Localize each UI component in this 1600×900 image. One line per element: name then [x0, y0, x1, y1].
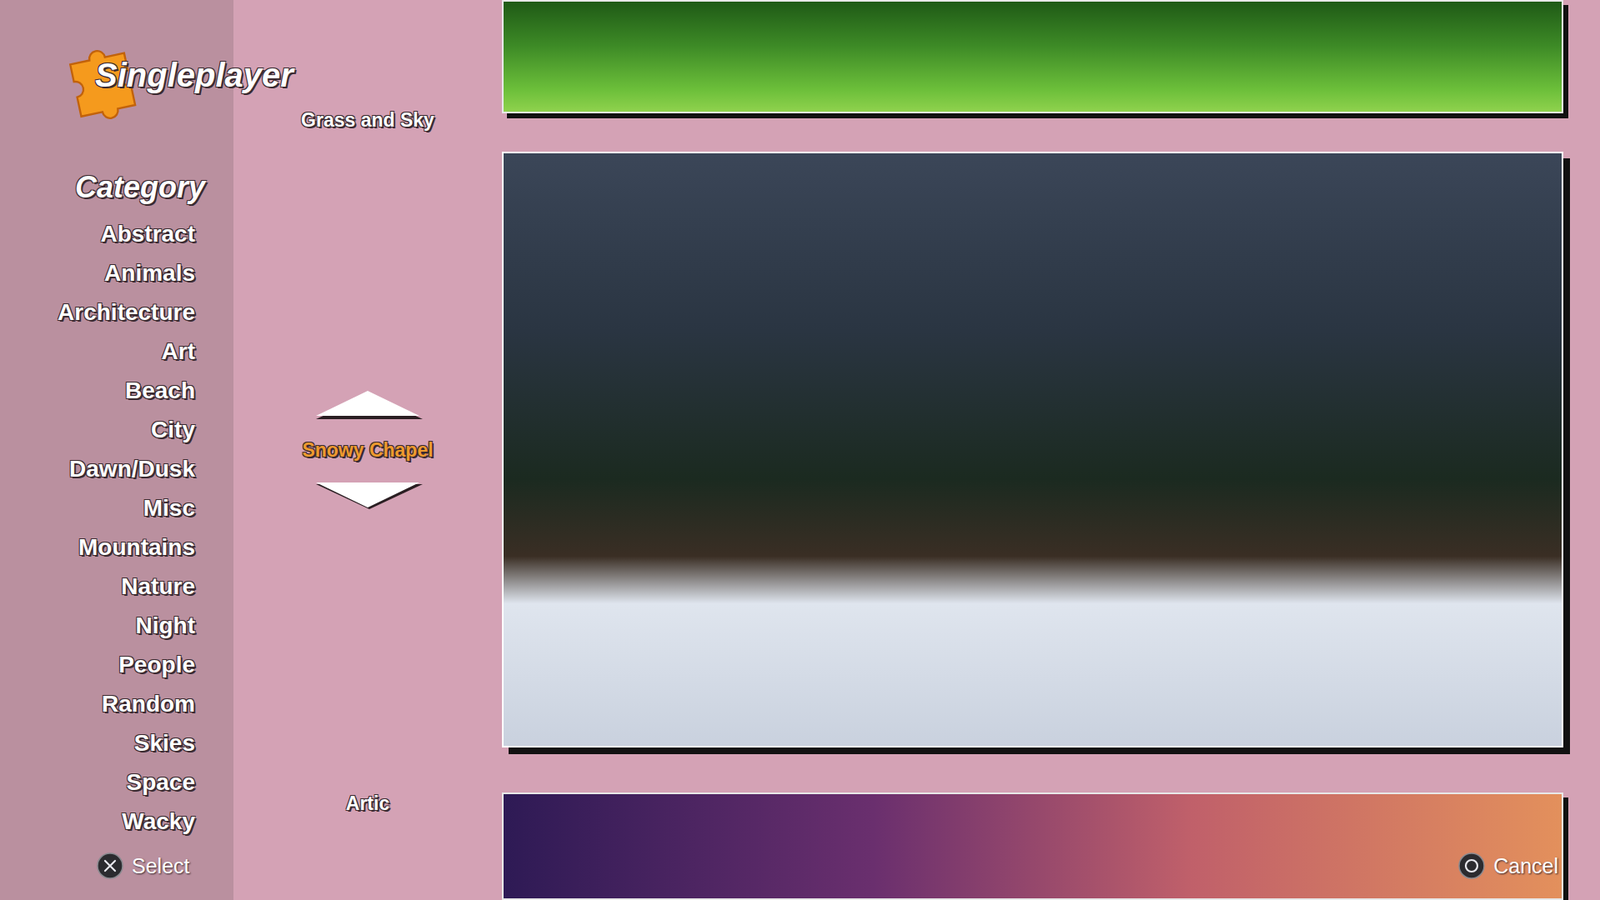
scroll-up-arrow[interactable] [310, 389, 425, 420]
cross-button-icon [96, 852, 124, 880]
puzzle-name[interactable]: Snowy Chapel [301, 437, 433, 463]
button-hint-label: Select [131, 853, 190, 879]
circle-button-icon [1458, 852, 1485, 880]
scroll-down-arrow[interactable] [310, 481, 425, 512]
button-hint[interactable]: Select [96, 852, 190, 880]
category-item[interactable]: Wacky [0, 802, 234, 842]
category-item[interactable]: Misc [0, 488, 234, 528]
button-hints: Select Cancel [96, 852, 1559, 880]
category-item[interactable]: Dawn/Dusk [0, 449, 234, 489]
game-logo: Singleplayer [0, 0, 234, 134]
category-item[interactable]: Nature [0, 566, 234, 607]
puzzle-name[interactable]: Artic [346, 792, 390, 815]
category-item[interactable]: City [0, 410, 234, 450]
category-item[interactable]: Night [0, 606, 234, 646]
category-item[interactable]: Random [0, 684, 234, 724]
mode-title: Singleplayer [95, 55, 294, 96]
category-item[interactable]: Architecture [0, 292, 234, 332]
category-list: AbstractAnimalsArchitectureArtBeachCityD… [0, 214, 234, 842]
preview-column [501, 0, 1600, 900]
puzzle-select-screen: Singleplayer Category AbstractAnimalsArchi… [0, 0, 1600, 900]
puzzle-name-column: Grass and Sky Snowy Chapel Artic [233, 0, 502, 900]
puzzle-name[interactable]: Grass and Sky [300, 109, 435, 131]
puzzle-preview[interactable] [501, 0, 1564, 114]
category-item[interactable]: Mountains [0, 527, 234, 567]
category-item[interactable]: Skies [0, 723, 234, 763]
puzzle-preview[interactable] [501, 792, 1564, 900]
selected-puzzle-preview[interactable] [501, 151, 1564, 748]
category-item[interactable]: Art [0, 331, 234, 372]
category-heading: Category [0, 169, 234, 206]
button-hint-label: Cancel [1493, 853, 1559, 879]
category-item[interactable]: Abstract [0, 214, 234, 254]
category-item[interactable]: Space [0, 762, 234, 803]
puzzle-picker: Snowy Chapel [301, 389, 433, 512]
category-item[interactable]: Beach [0, 371, 234, 411]
category-item[interactable]: People [0, 645, 234, 685]
button-hint[interactable]: Cancel [1458, 852, 1559, 880]
category-item[interactable]: Animals [0, 253, 234, 293]
category-sidebar: Singleplayer Category AbstractAnimalsArchi… [0, 0, 234, 900]
